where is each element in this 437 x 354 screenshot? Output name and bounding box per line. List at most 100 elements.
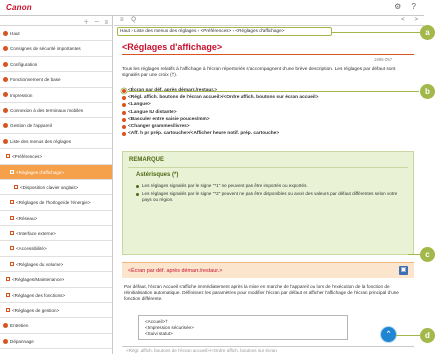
prev-icon[interactable]: <: [401, 17, 405, 23]
expand-icon: [3, 30, 8, 36]
bullet-icon: [122, 132, 126, 137]
sidebar-item-label: Configuration: [10, 61, 38, 67]
sidebar-item-label: <Réglages de l'horloge/de l'énergie>: [16, 200, 91, 206]
next-section-header[interactable]: <Régl. affich. boutons de l'écran accuei…: [122, 346, 414, 354]
setting-link-label: <Aff. h pr prép. cartouche>/<Afficher he…: [128, 131, 280, 137]
setting-link-label: <Langue>: [128, 102, 151, 108]
page-title: <Réglages d'affichage>: [122, 42, 223, 52]
note-bullet: Les réglages signalés par le signe "*1" …: [136, 183, 408, 189]
next-icon[interactable]: >: [414, 17, 418, 23]
page-icon: [10, 215, 14, 220]
sidebar-item[interactable]: Connexion à des terminaux mobiles: [0, 103, 112, 119]
sidebar-item[interactable]: <Réseau>: [0, 211, 112, 227]
collapse-icon[interactable]: ▣: [399, 266, 408, 275]
expand-icon: [3, 92, 8, 98]
sidebar-item[interactable]: Gestion de l'appareil: [0, 118, 112, 134]
section-title: <Écran par déf. après démarr./restaur.>: [128, 267, 223, 274]
sidebar-item[interactable]: <Réglages d'affichage>: [0, 164, 112, 180]
back-to-top-button[interactable]: ⌃: [381, 327, 396, 342]
page-icon: [10, 200, 14, 205]
sidebar-item-label: Entretien: [10, 323, 29, 329]
sidebar-header: ＋ － ≡: [0, 16, 112, 26]
sidebar-item-label: Connexion à des terminaux mobiles: [10, 107, 84, 113]
canon-logo: Canon: [6, 3, 32, 12]
note-subheading: Astérisques (*): [136, 172, 179, 178]
page-icon: [6, 292, 10, 297]
sidebar-item-label: <Disposition clavier anglais>: [20, 184, 79, 190]
setting-link-label: <Langue IU distante>: [128, 109, 177, 115]
page-icon: [14, 184, 18, 189]
setting-link[interactable]: <Régl. affich. boutons de l'écran accuei…: [122, 95, 417, 102]
window: Canon ⚙ ? ＋ － ≡ Haut Consignes de sécurit…: [0, 0, 437, 354]
gear-icon[interactable]: ⚙: [394, 2, 401, 11]
sidebar-item[interactable]: <Accessibilité>: [0, 241, 112, 257]
sidebar-item[interactable]: Haut: [0, 26, 112, 42]
search-icon[interactable]: Q: [131, 17, 136, 23]
sidebar-item-label: <Interface externe>: [16, 231, 56, 237]
setting-link[interactable]: <Aff. h pr prép. cartouche>/<Afficher he…: [122, 131, 417, 138]
setting-link[interactable]: <Basculer entre saisie pouces/mm>: [122, 117, 417, 124]
sidebar-item[interactable]: <Réglages de l'horloge/de l'énergie>: [0, 195, 112, 211]
title-divider: [122, 54, 414, 55]
expand-icon: [3, 123, 8, 129]
page-id: 1985-057: [374, 57, 393, 62]
main-content: ≡ Q < > Haut › Liste des menus des régla…: [114, 16, 424, 354]
expand-icon: [3, 138, 8, 144]
callout-line-b: [127, 91, 419, 92]
options-box: <Accueil>† <Impression sécurisée> <Suivi…: [138, 315, 348, 340]
intro-text: Tous les réglages relatifs à l'affichage…: [122, 67, 396, 79]
sidebar-item[interactable]: Configuration: [0, 57, 112, 73]
sidebar-item-label: Dépannage: [10, 338, 34, 344]
sidebar-item[interactable]: Entretien: [0, 318, 112, 334]
sidebar-item[interactable]: Dépannage: [0, 334, 112, 350]
bullet-icon: [122, 89, 126, 93]
help-icon[interactable]: ?: [412, 2, 416, 11]
callout-line-c: [408, 254, 420, 255]
content-toolbar: ≡ Q < >: [114, 16, 424, 26]
sidebar-item[interactable]: Consignes de sécurité importantes: [0, 41, 112, 57]
page-icon: [6, 277, 10, 282]
sidebar-item[interactable]: <Disposition clavier anglais>: [0, 180, 112, 196]
page-icon: [6, 154, 10, 159]
setting-link-label: <Régl. affich. boutons de l'écran accuei…: [128, 95, 319, 101]
note-heading: REMARQUE: [129, 157, 165, 163]
page-icon: [6, 308, 10, 313]
note-box: REMARQUE Astérisques (*) Les réglages si…: [122, 151, 414, 255]
sidebar-item[interactable]: <Réglages du volume>: [0, 257, 112, 273]
sidebar-item[interactable]: <Réglages/Maintenance>: [0, 272, 112, 288]
note-bullet: Les réglages signalés par le signe "*2" …: [136, 191, 408, 203]
sidebar-item-label: Fonctionnement de base: [10, 77, 61, 83]
setting-link[interactable]: <Langue IU distante>: [122, 110, 417, 117]
expand-icon: [3, 107, 8, 113]
sidebar-item[interactable]: <Interface externe>: [0, 226, 112, 242]
sidebar-item-label: Consignes de sécurité importantes: [10, 46, 81, 52]
sidebar-list: Haut Consignes de sécurité importantes Con…: [0, 26, 112, 350]
sidebar-item[interactable]: Liste des menus des réglages: [0, 134, 112, 150]
expand-icon: [3, 46, 8, 52]
sidebar-item[interactable]: <Préférences>: [0, 149, 112, 165]
callout-d: d: [420, 328, 435, 343]
bullet-icon: [122, 117, 126, 122]
toc-icon[interactable]: ≡: [120, 17, 124, 23]
breadcrumb-highlight: [117, 27, 332, 36]
section-body: Par défaut, l'écran Accueil s'affiche im…: [124, 284, 399, 302]
sidebar-item[interactable]: Impression: [0, 88, 112, 103]
expand-icon: [3, 61, 8, 67]
sidebar-item[interactable]: <Réglages des fonctions>: [0, 288, 112, 304]
sidebar-item-label: Impression: [10, 92, 33, 98]
sidebar-item-label: <Réglages du volume>: [16, 261, 64, 267]
sidebar-item-label: Gestion de l'appareil: [10, 123, 52, 129]
sidebar-item-label: <Réglages des fonctions>: [12, 292, 66, 298]
setting-link[interactable]: <Langue>: [122, 102, 417, 109]
setting-link-label: <Basculer entre saisie pouces/mm>: [128, 116, 210, 122]
bullet-icon: [136, 184, 139, 188]
link-list: <Écran par déf. après démarr./restaur.><…: [122, 88, 417, 138]
bullet-icon: [122, 124, 126, 129]
top-bar: Canon ⚙ ?: [0, 0, 424, 16]
sidebar-item[interactable]: <Réglages de gestion>: [0, 303, 112, 319]
sidebar-item-label: Haut: [10, 31, 20, 36]
expand-icon: [3, 76, 8, 82]
expand-icon: [3, 323, 8, 329]
bullet-icon: [136, 192, 139, 196]
sidebar-item[interactable]: Fonctionnement de base: [0, 72, 112, 88]
